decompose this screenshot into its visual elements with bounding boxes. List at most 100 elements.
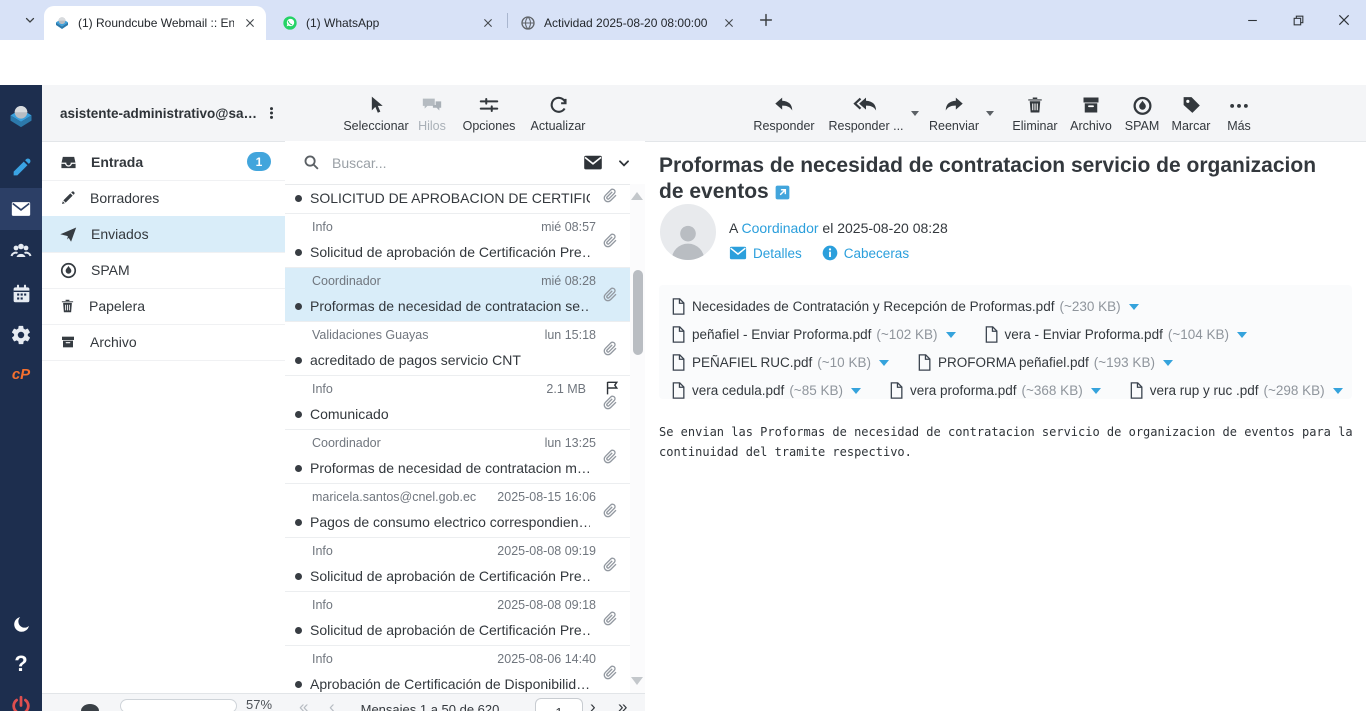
prev-page-button[interactable]: ‹ bbox=[329, 697, 334, 711]
next-page-button[interactable]: › bbox=[590, 697, 595, 711]
more-button[interactable]: Más bbox=[1211, 92, 1267, 133]
cpanel-icon[interactable]: cP bbox=[0, 353, 42, 395]
scrollbar-thumb[interactable] bbox=[633, 270, 643, 355]
tab-close-icon[interactable] bbox=[242, 15, 258, 31]
search-scope-envelope-icon[interactable] bbox=[583, 155, 603, 171]
forward-button[interactable]: Reenviar bbox=[921, 92, 987, 133]
list-scrollbar[interactable] bbox=[630, 184, 645, 693]
mail-nav-icon[interactable] bbox=[0, 188, 42, 230]
reply-all-dropdown-caret[interactable] bbox=[911, 111, 919, 116]
folder-inbox[interactable]: Entrada 1 bbox=[42, 144, 285, 181]
attachment-item[interactable]: vera cedula.pdf (~85 KB) bbox=[671, 382, 861, 399]
attachment-menu-caret[interactable] bbox=[1091, 388, 1101, 394]
attachment-menu-caret[interactable] bbox=[851, 388, 861, 394]
message-row[interactable]: Coordinadorlun 13:25 Proformas de necesi… bbox=[285, 430, 630, 484]
settings-gear-icon[interactable] bbox=[0, 314, 42, 356]
options-button[interactable]: Opciones bbox=[453, 92, 525, 133]
tab-close-icon[interactable] bbox=[480, 15, 496, 31]
forward-dropdown-caret[interactable] bbox=[986, 111, 994, 116]
page-number-input[interactable] bbox=[535, 698, 583, 711]
tab-list-chevron-icon[interactable] bbox=[24, 14, 36, 26]
window-restore-button[interactable] bbox=[1282, 8, 1314, 32]
account-menu-kebab-icon[interactable] bbox=[264, 103, 279, 123]
tab-actividad[interactable]: Actividad 2025-08-20 08:00:00 bbox=[510, 6, 745, 40]
forward-icon bbox=[921, 92, 987, 116]
globe-favicon bbox=[520, 15, 536, 31]
message-row[interactable]: Info2025-08-08 09:18 Solicitud de aproba… bbox=[285, 592, 630, 646]
contacts-nav-icon[interactable] bbox=[0, 230, 42, 272]
recipient-link[interactable]: Coordinador bbox=[741, 220, 818, 236]
attachment-menu-caret[interactable] bbox=[1129, 304, 1139, 310]
message-row[interactable]: Info2025-08-06 14:40 Aprobación de Certi… bbox=[285, 646, 630, 693]
dark-mode-moon-icon[interactable] bbox=[0, 603, 42, 645]
message-row[interactable]: Infomié 08:57 Solicitud de aprobación de… bbox=[285, 214, 630, 268]
browser-tabstrip: (1) Roundcube Webmail :: Envia (1) Whats… bbox=[0, 0, 1366, 40]
inbox-icon bbox=[60, 154, 77, 171]
message-row[interactable]: SOLICITUD DE APROBACION DE CERTIFICA… bbox=[285, 184, 630, 214]
message-body: Se envian las Proformas de necesidad de … bbox=[659, 422, 1359, 462]
attachment-menu-caret[interactable] bbox=[1163, 360, 1173, 366]
scroll-down-icon[interactable] bbox=[631, 677, 643, 685]
spam-button[interactable]: SPAM bbox=[1115, 92, 1169, 133]
calendar-nav-icon[interactable] bbox=[0, 272, 42, 314]
attachment-item[interactable]: PROFORMA peñafiel.pdf (~193 KB) bbox=[917, 354, 1173, 371]
attachment-item[interactable]: vera rup y ruc .pdf (~298 KB) bbox=[1129, 382, 1343, 399]
folder-drafts[interactable]: Borradores bbox=[42, 180, 285, 217]
attachment-item[interactable]: vera proforma.pdf (~368 KB) bbox=[889, 382, 1101, 399]
refresh-button[interactable]: Actualizar bbox=[521, 92, 595, 133]
new-tab-button[interactable] bbox=[758, 12, 774, 28]
attachments-panel: Necesidades de Contratación y Recepción … bbox=[659, 285, 1352, 399]
message-row[interactable]: Validaciones Guayaslun 15:18 acreditado … bbox=[285, 322, 630, 376]
attachment-item[interactable]: peñafiel - Enviar Proforma.pdf (~102 KB) bbox=[671, 326, 956, 343]
message-row[interactable]: Info2.1 MB Comunicado bbox=[285, 376, 630, 430]
attachment-item[interactable]: vera - Enviar Proforma.pdf (~104 KB) bbox=[984, 326, 1247, 343]
attachment-menu-caret[interactable] bbox=[946, 332, 956, 338]
folder-spam[interactable]: SPAM bbox=[42, 252, 285, 289]
message-row-selected[interactable]: Coordinadormié 08:28 Proformas de necesi… bbox=[285, 268, 630, 322]
first-page-button[interactable]: « bbox=[299, 697, 307, 711]
attachment-menu-caret[interactable] bbox=[1333, 388, 1343, 394]
logout-power-icon[interactable] bbox=[0, 685, 42, 711]
pdf-file-icon bbox=[917, 354, 931, 371]
attachment-menu-caret[interactable] bbox=[1237, 332, 1247, 338]
headers-toggle[interactable]: Cabeceras bbox=[822, 245, 909, 261]
scroll-up-icon[interactable] bbox=[631, 192, 643, 200]
compose-icon[interactable] bbox=[0, 147, 42, 189]
tab-whatsapp[interactable]: (1) WhatsApp bbox=[272, 6, 504, 40]
search-bar bbox=[285, 141, 645, 185]
window-close-button[interactable] bbox=[1328, 8, 1360, 32]
unread-indicator bbox=[295, 411, 302, 418]
attachment-menu-caret[interactable] bbox=[879, 360, 889, 366]
threads-button[interactable]: Hilos bbox=[407, 92, 457, 133]
attachment-item[interactable]: Necesidades de Contratación y Recepción … bbox=[671, 298, 1139, 315]
sliders-icon bbox=[453, 92, 525, 116]
help-icon[interactable]: ? bbox=[0, 643, 42, 685]
unread-indicator bbox=[295, 573, 302, 580]
roundcube-logo bbox=[0, 95, 42, 137]
reply-all-button[interactable]: Responder ... bbox=[823, 92, 909, 133]
tab-roundcube[interactable]: (1) Roundcube Webmail :: Envia bbox=[44, 6, 266, 40]
folder-sent[interactable]: Enviados bbox=[42, 216, 285, 253]
folder-trash[interactable]: Papelera bbox=[42, 288, 285, 325]
archive-button[interactable]: Archivo bbox=[1061, 92, 1121, 133]
tab-title: (1) WhatsApp bbox=[306, 16, 472, 30]
message-row[interactable]: Info2025-08-08 09:19 Solicitud de aproba… bbox=[285, 538, 630, 592]
last-page-button[interactable]: » bbox=[618, 697, 626, 711]
pencil-icon bbox=[60, 190, 76, 206]
attachment-item[interactable]: PEÑAFIEL RUC.pdf (~10 KB) bbox=[671, 354, 889, 371]
fireball-icon bbox=[1115, 92, 1169, 116]
pdf-file-icon bbox=[671, 354, 685, 371]
search-icon bbox=[303, 154, 320, 171]
tab-close-icon[interactable] bbox=[721, 15, 737, 31]
unread-indicator bbox=[295, 627, 302, 634]
window-minimize-button[interactable] bbox=[1236, 8, 1268, 32]
message-row[interactable]: maricela.santos@cnel.gob.ec2025-08-15 16… bbox=[285, 484, 630, 538]
pdf-file-icon bbox=[1129, 382, 1143, 399]
reply-button[interactable]: Responder bbox=[745, 92, 823, 133]
open-in-new-window-icon[interactable] bbox=[775, 185, 790, 200]
search-options-chevron-icon[interactable] bbox=[617, 156, 631, 170]
search-input[interactable] bbox=[330, 154, 583, 172]
details-toggle[interactable]: Detalles bbox=[729, 246, 802, 261]
folder-archive[interactable]: Archivo bbox=[42, 324, 285, 361]
screen: (1) Roundcube Webmail :: Envia (1) Whats… bbox=[0, 0, 1366, 711]
